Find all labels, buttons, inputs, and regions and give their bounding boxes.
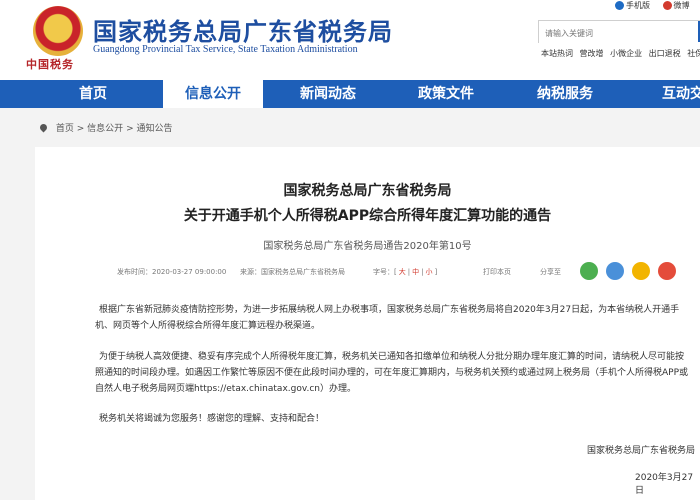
share-label: 分享至 (540, 268, 561, 276)
print-link[interactable]: 打印本页 (483, 267, 511, 277)
font-size-small[interactable]: 小 (425, 268, 432, 276)
quick-links: 本站热词 营改增 小微企业 出口退税 社保费 (541, 48, 700, 59)
document-number: 国家税务总局广东省税务局通告2020年第10号 (263, 241, 472, 252)
quick-link-hot-words[interactable]: 本站热词 (541, 49, 573, 58)
article-title-line1: 国家税务总局广东省税务局 (283, 183, 452, 199)
nav-info-disclosure[interactable]: 信息公开 (163, 80, 263, 108)
nav-tax-service[interactable]: 纳税服务 (515, 80, 615, 108)
main-nav: 首页 信息公开 新闻动态 政策文件 纳税服务 互动交流 (0, 80, 700, 108)
quick-link-small-business[interactable]: 小微企业 (610, 49, 642, 58)
nav-news[interactable]: 新闻动态 (278, 80, 378, 108)
national-emblem-icon (33, 6, 83, 56)
site-header: 中国税务 国家税务总局广东省税务局 Guangdong Provincial T… (0, 0, 700, 80)
nav-home[interactable]: 首页 (43, 80, 143, 108)
qq-share-icon[interactable] (606, 262, 625, 280)
emblem-text: 中国税务 (26, 58, 74, 71)
nav-policy[interactable]: 政策文件 (396, 80, 496, 108)
wechat-share-icon[interactable] (580, 262, 598, 280)
source: 来源：国家税务总局广东省税务局 (240, 268, 345, 276)
font-size-medium[interactable]: 中 (412, 268, 419, 276)
weibo-share-icon[interactable] (658, 262, 677, 280)
site-subtitle: Guangdong Provincial Tax Service, State … (93, 44, 358, 55)
site-title[interactable]: 国家税务总局广东省税务局 (93, 12, 393, 47)
paragraph-1: 根据广东省新冠肺炎疫情防控形势，为进一步拓展纳税人网上办税事项，国家税务总局广东… (95, 305, 680, 331)
publish-time: 发布时间：2020-03-27 09:00:00 (117, 268, 227, 276)
quick-link-vat[interactable]: 营改增 (580, 49, 604, 58)
paragraph-3: 税务机关将竭诚为您服务！感谢您的理解、支持和配合！ (99, 414, 325, 424)
breadcrumb-home[interactable]: 首页 (56, 124, 74, 134)
nav-interaction[interactable]: 互动交流 (640, 80, 700, 108)
weibo-icon (662, 1, 672, 10)
article-title-line2: 关于开通手机个人所得税APP综合所得年度汇算功能的通告 (183, 208, 552, 224)
search-box (538, 20, 700, 43)
quick-link-social-security[interactable]: 社保费 (687, 49, 700, 58)
weibo-link[interactable]: 微博 (662, 0, 690, 11)
breadcrumb: 首页 > 信息公开 > 通知公告 (38, 121, 172, 134)
signature: 国家税务总局广东省税务局 (587, 446, 696, 456)
issue-date: 2020年3月27日 (635, 473, 694, 496)
location-pin-icon (38, 122, 49, 133)
paragraph-2: 为便于纳税人高效便捷、稳妥有序完成个人所得税年度汇算，税务机关已通知各扣缴单位和… (95, 352, 689, 394)
font-size-control: 字号：[大 | 中 | 小] (373, 268, 438, 276)
share-icons (580, 262, 679, 284)
quick-link-export-rebate[interactable]: 出口退税 (649, 49, 681, 58)
font-size-large[interactable]: 大 (399, 268, 406, 276)
qzone-share-icon[interactable] (632, 262, 651, 280)
top-links: 手机版 微博 (615, 0, 700, 11)
article-card: 国家税务总局广东省税务局 关于开通手机个人所得税APP综合所得年度汇算功能的通告… (35, 147, 700, 500)
mobile-icon (615, 1, 624, 10)
mobile-version-link[interactable]: 手机版 (615, 0, 650, 11)
breadcrumb-notice[interactable]: 通知公告 (136, 124, 172, 134)
breadcrumb-info[interactable]: 信息公开 (87, 124, 123, 134)
search-input[interactable] (539, 24, 700, 43)
